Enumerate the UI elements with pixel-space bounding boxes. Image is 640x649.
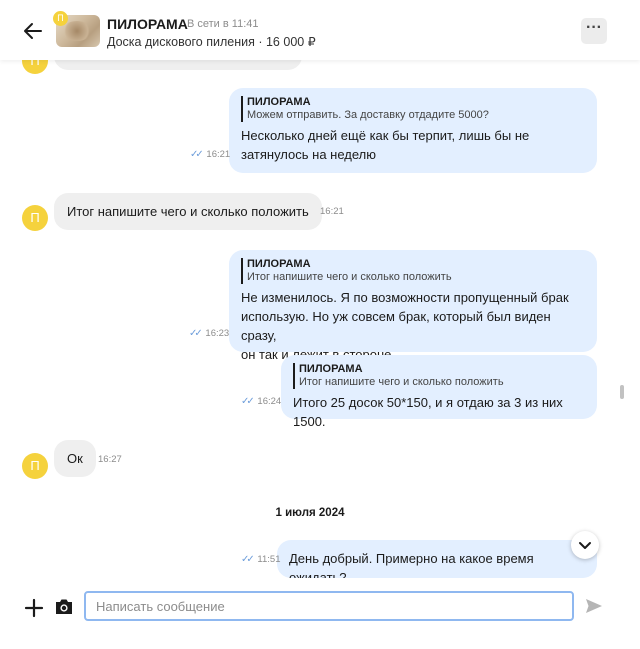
- quote-text: Можем отправить. За доставку отдадите 50…: [247, 109, 489, 121]
- chat-header: П ПИЛОРАМА В сети в 11:41 Доска дисковог…: [0, 0, 640, 60]
- scrollbar-thumb[interactable]: [620, 385, 624, 399]
- message-time: 16:21: [320, 206, 344, 217]
- contact-avatar: П: [22, 205, 48, 231]
- back-arrow-icon[interactable]: [22, 20, 44, 42]
- reply-quote[interactable]: ПИЛОРАМА Можем отправить. За доставку от…: [241, 96, 585, 122]
- read-check-icon: ✓✓: [190, 149, 204, 160]
- message-time: 16:27: [98, 454, 122, 465]
- message-time: ✓✓ 16:21: [190, 149, 231, 160]
- scroll-to-bottom-button[interactable]: [571, 531, 599, 559]
- reply-quote[interactable]: ПИЛОРАМА Итог напишите чего и сколько по…: [293, 363, 585, 389]
- send-icon[interactable]: [585, 598, 603, 614]
- camera-icon[interactable]: [54, 598, 74, 616]
- incoming-message[interactable]: Ок: [54, 440, 96, 477]
- message-text-line: использую. Но уж совсем брак, который бы…: [241, 309, 551, 343]
- message-text-line: затянулось на неделю: [241, 147, 377, 162]
- chevron-down-icon: [579, 542, 591, 549]
- contact-avatar: П: [22, 453, 48, 479]
- more-options-button[interactable]: ···: [581, 18, 607, 44]
- reply-quote[interactable]: ПИЛОРАМА Итог напишите чего и сколько по…: [241, 258, 585, 284]
- incoming-message-cropped: [54, 60, 302, 70]
- date-separator: 1 июля 2024: [275, 507, 345, 519]
- quote-author: ПИЛОРАМА: [247, 258, 311, 270]
- online-status: В сети в 11:41: [187, 18, 259, 30]
- message-text: День добрый. Примерно на какое время ожи…: [289, 551, 534, 578]
- message-text-line: Несколько дней ещё как бы терпит, лишь б…: [241, 128, 530, 143]
- quote-text: Итог напишите чего и сколько положить: [247, 271, 452, 283]
- read-check-icon: ✓✓: [241, 396, 255, 407]
- outgoing-message[interactable]: ПИЛОРАМА Можем отправить. За доставку от…: [229, 88, 597, 173]
- message-text: Итог напишите чего и сколько положить: [67, 204, 309, 219]
- seller-avatar-small: П: [53, 11, 68, 26]
- message-time: ✓✓ 11:51: [241, 554, 281, 565]
- listing-title[interactable]: Доска дискового пиления · 16 000 ₽: [107, 34, 316, 49]
- message-text: Итого 25 досок 50*150, и я отдаю за 3 из…: [293, 395, 563, 429]
- message-list: П ПИЛОРАМА Можем отправить. За доставку …: [0, 60, 640, 578]
- message-input[interactable]: [84, 591, 574, 621]
- outgoing-message[interactable]: ПИЛОРАМА Итог напишите чего и сколько по…: [281, 355, 597, 429]
- quote-text: Итог напишите чего и сколько положить: [299, 376, 504, 388]
- contact-avatar: П: [22, 60, 48, 74]
- message-text-line: Не изменилось. Я по возможности пропущен…: [241, 290, 569, 305]
- seller-name[interactable]: ПИЛОРАМА: [107, 16, 188, 32]
- quote-author: ПИЛОРАМА: [247, 96, 311, 108]
- read-check-icon: ✓✓: [189, 328, 203, 339]
- plus-icon[interactable]: [24, 598, 44, 618]
- message-time: ✓✓ 16:24: [241, 396, 282, 407]
- incoming-message[interactable]: Итог напишите чего и сколько положить: [54, 193, 322, 230]
- message-text: Ок: [67, 451, 83, 466]
- outgoing-message[interactable]: ПИЛОРАМА Итог напишите чего и сколько по…: [229, 250, 597, 362]
- read-check-icon: ✓✓: [241, 554, 255, 565]
- outgoing-message[interactable]: День добрый. Примерно на какое время ожи…: [277, 540, 597, 578]
- quote-author: ПИЛОРАМА: [299, 363, 363, 375]
- message-time: ✓✓ 16:23: [189, 328, 230, 339]
